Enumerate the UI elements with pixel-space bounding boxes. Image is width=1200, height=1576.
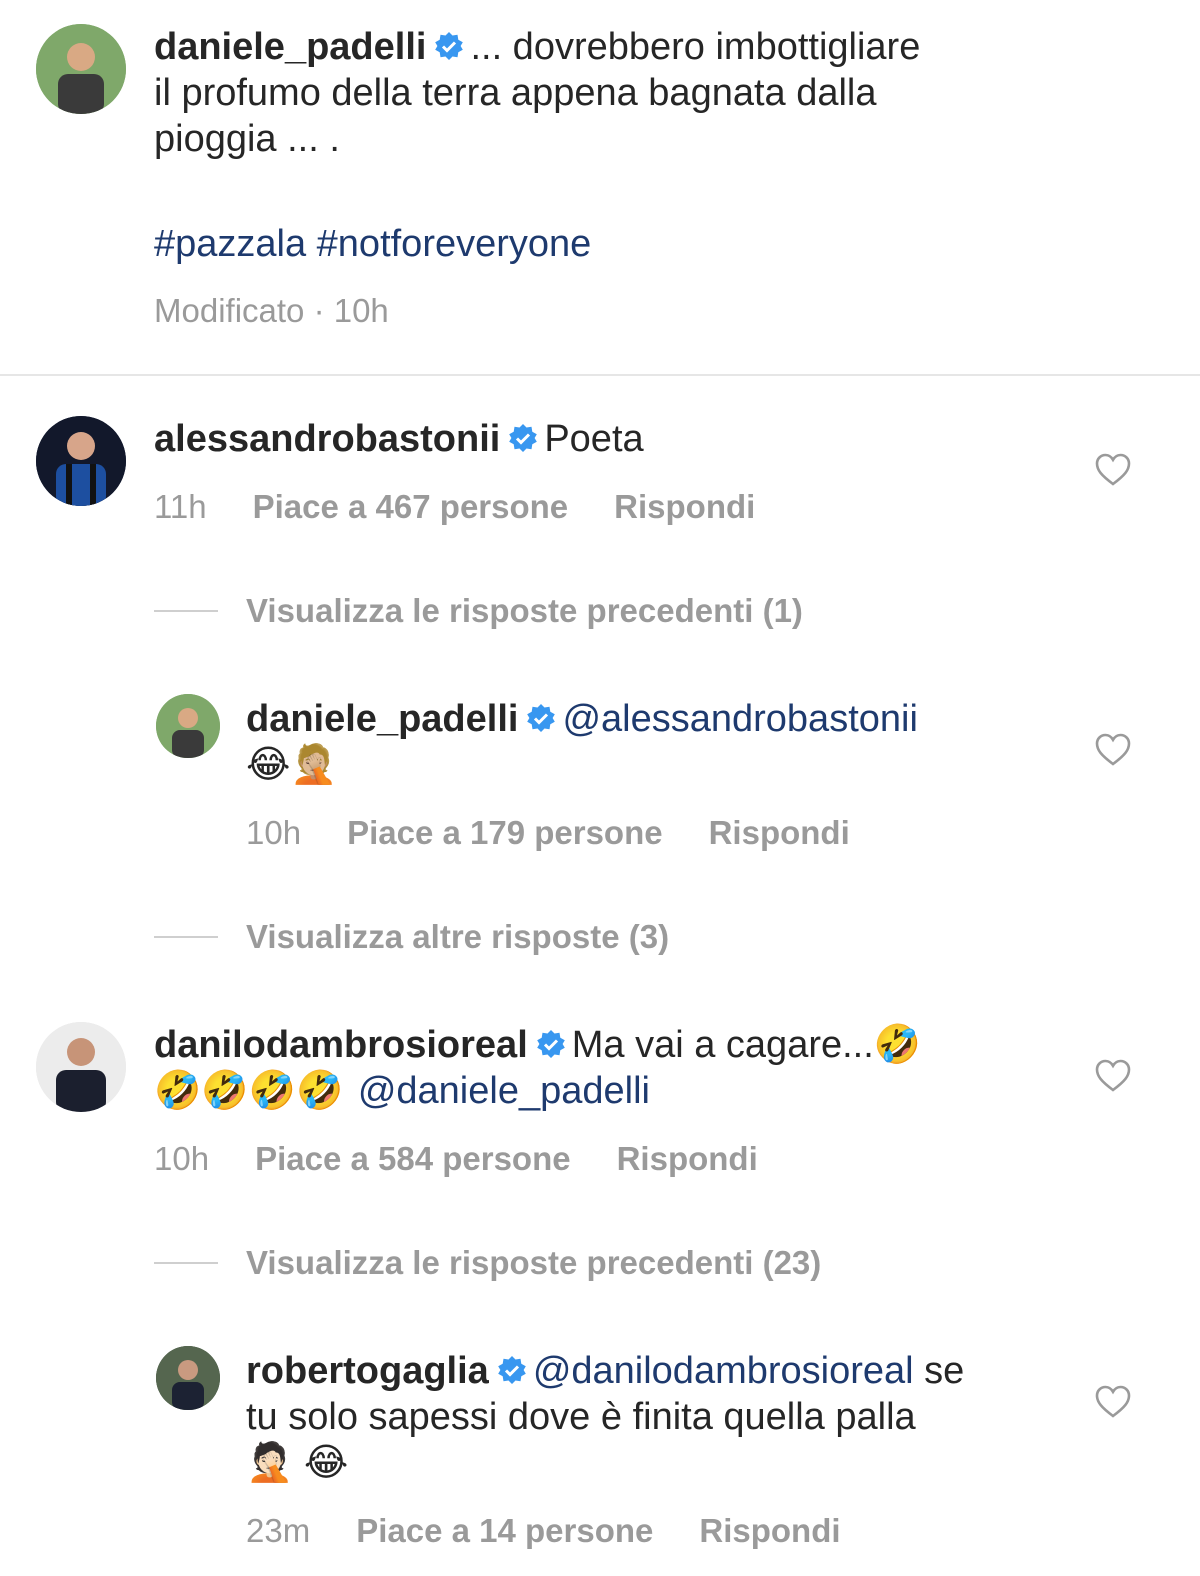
heart-outline-icon[interactable] <box>1095 1059 1131 1093</box>
comment-text: Poeta <box>544 418 644 460</box>
mention-link[interactable]: @daniele_padelli <box>358 1070 650 1112</box>
comment-time: 11h <box>154 488 207 525</box>
caption-meta: Modificato · 10h <box>154 292 389 329</box>
toggle-line <box>154 1262 218 1264</box>
toggle-label: Visualizza le risposte precedenti (1) <box>246 592 803 629</box>
avatar[interactable] <box>156 1346 220 1410</box>
verified-badge-icon <box>435 31 464 60</box>
comment-username[interactable]: alessandrobastonii <box>154 418 500 460</box>
caption-text-line3: pioggia ... . <box>154 118 340 160</box>
comment-likes[interactable]: Piace a 179 persone <box>347 814 663 851</box>
verified-badge-icon <box>527 703 556 732</box>
comment-time: 10h <box>154 1140 210 1177</box>
heart-outline-icon[interactable] <box>1095 733 1131 767</box>
avatar[interactable] <box>36 24 126 114</box>
caption-hashtags[interactable]: #pazzala #notforeveryone <box>154 221 591 267</box>
comment-username[interactable]: danilodambrosioreal <box>154 1024 528 1066</box>
toggle-label: Visualizza altre risposte (3) <box>246 918 670 955</box>
reply-button[interactable]: Rispondi <box>617 1140 758 1177</box>
mention-link[interactable]: @danilodambrosioreal <box>533 1350 914 1392</box>
comment-username[interactable]: robertogaglia <box>246 1350 489 1392</box>
divider <box>0 374 1200 376</box>
caption-text-line2: il profumo della terra appena bagnata da… <box>154 72 877 114</box>
mention-link[interactable]: @alessandrobastonii <box>562 698 917 740</box>
comment-username[interactable]: daniele_padelli <box>246 698 518 740</box>
comment-likes[interactable]: Piace a 14 persone <box>356 1512 653 1549</box>
post-caption: daniele_padelli ... dovrebbero imbottigli… <box>0 0 1200 375</box>
caption-username[interactable]: daniele_padelli <box>154 26 426 68</box>
caption-text-line1: ... dovrebbero imbottigliare <box>470 26 921 68</box>
reply-button[interactable]: Rispondi <box>709 814 850 851</box>
comment-text: se <box>924 1350 965 1392</box>
comment-likes[interactable]: Piace a 467 persone <box>253 488 569 525</box>
comment-text-line2: tu solo sapessi dove è finita quella pal… <box>246 1396 916 1438</box>
view-more-replies-button[interactable]: Visualizza altre risposte (3) <box>154 918 669 956</box>
comment-likes[interactable]: Piace a 584 persone <box>255 1140 571 1177</box>
reply-button[interactable]: Rispondi <box>699 1512 840 1549</box>
toggle-label: Visualizza le risposte precedenti (23) <box>246 1244 822 1281</box>
comment-time: 10h <box>246 814 302 851</box>
toggle-line <box>154 610 218 612</box>
view-previous-replies-button[interactable]: Visualizza le risposte precedenti (1) <box>154 592 803 630</box>
verified-badge-icon <box>509 423 538 452</box>
verified-badge-icon <box>498 1355 526 1384</box>
avatar[interactable] <box>36 416 126 506</box>
comment-text: Ma vai a cagare...🤣 <box>571 1024 922 1066</box>
emoji-text: 😂🤦🏼 <box>246 744 338 786</box>
heart-outline-icon[interactable] <box>1095 1385 1131 1419</box>
avatar[interactable] <box>156 694 220 758</box>
toggle-line <box>154 936 218 938</box>
comment-time: 23m <box>246 1512 311 1549</box>
emoji-text: 🤣🤣🤣🤣 <box>154 1070 344 1112</box>
verified-badge-icon <box>536 1029 565 1058</box>
emoji-text: 🤦🏻 😂 <box>246 1442 349 1484</box>
avatar[interactable] <box>36 1022 126 1112</box>
reply-button[interactable]: Rispondi <box>614 488 755 525</box>
heart-outline-icon[interactable] <box>1095 453 1131 487</box>
view-previous-replies-button[interactable]: Visualizza le risposte precedenti (23) <box>154 1244 821 1282</box>
